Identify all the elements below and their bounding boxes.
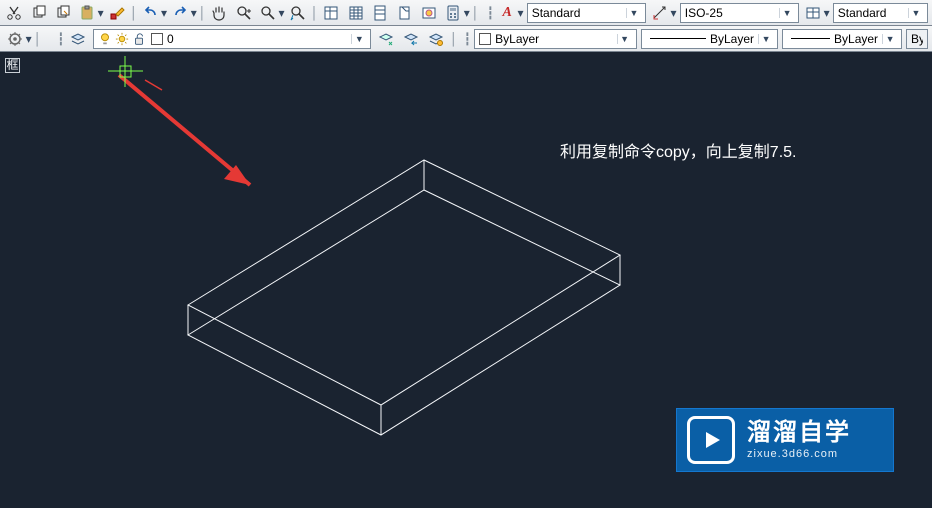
layer-color-swatch	[151, 33, 163, 45]
command-hint: 框	[5, 58, 20, 73]
toolbar-layers: ▾ │ ┇ 0 ▼ │ ┇ ByLayer ▼ ByLayer ▼ ByLaye…	[0, 26, 932, 52]
design-center-icon[interactable]	[345, 1, 367, 25]
undo-icon[interactable]	[139, 1, 161, 25]
separator: │	[33, 28, 43, 50]
table-style-icon[interactable]	[802, 1, 824, 25]
match-properties-icon[interactable]	[106, 1, 128, 25]
watermark-title: 溜溜自学	[747, 420, 851, 446]
toolbar-standard: ▾ │ ▾ ▾ │ ▾ │ ▾ │ ┇ A ▾ Standard ▼ ▾ ISO…	[0, 0, 932, 26]
text-style-value: Standard	[532, 6, 622, 20]
layer-states-icon[interactable]	[374, 27, 397, 51]
layer-combo[interactable]: 0 ▼	[93, 29, 371, 49]
linetype-combo[interactable]: ByLayer ▼	[641, 29, 778, 49]
color-swatch	[479, 33, 491, 45]
chevron-down-icon: ▼	[779, 8, 794, 18]
grip[interactable]: ┇	[463, 28, 473, 50]
separator: │	[471, 2, 480, 24]
separator: │	[310, 2, 319, 24]
markup-icon[interactable]	[418, 1, 440, 25]
table-style-combo[interactable]: Standard ▼	[833, 3, 928, 23]
paste-dropdown[interactable]: ▾	[97, 2, 105, 24]
zoom-dropdown[interactable]: ▾	[277, 2, 285, 24]
lock-open-icon	[132, 32, 146, 46]
plotstyle-value: By	[911, 32, 923, 46]
pan-icon[interactable]	[208, 1, 230, 25]
copy-icon[interactable]	[27, 1, 49, 25]
separator: │	[198, 2, 207, 24]
dim-style-value: ISO-25	[685, 6, 775, 20]
sun-icon	[115, 32, 129, 46]
chevron-down-icon: ▼	[882, 34, 897, 44]
annotation-text: 利用复制命令copy，向上复制7.5.	[560, 138, 797, 162]
bulb-on-icon	[98, 32, 112, 46]
play-icon	[687, 416, 735, 464]
chevron-down-icon: ▼	[617, 34, 632, 44]
tool-palettes-icon[interactable]	[369, 1, 391, 25]
zoom-previous-icon[interactable]	[287, 1, 309, 25]
layer-match-icon[interactable]	[425, 27, 448, 51]
calculator-icon[interactable]	[442, 1, 464, 25]
redo-dropdown[interactable]: ▾	[190, 2, 198, 24]
tick-mark	[145, 80, 162, 90]
color-value: ByLayer	[495, 32, 612, 46]
lineweight-combo[interactable]: ByLayer ▼	[782, 29, 902, 49]
crosshair-cursor	[108, 56, 143, 87]
copy-link-icon[interactable]	[52, 1, 74, 25]
layer-value: 0	[167, 32, 347, 46]
model-viewport[interactable]: 利用复制命令copy，向上复制7.5. 溜溜自学 zixue.3d66.com	[0, 52, 932, 508]
color-combo[interactable]: ByLayer ▼	[474, 29, 636, 49]
text-style-combo[interactable]: Standard ▼	[527, 3, 646, 23]
redo-icon[interactable]	[169, 1, 191, 25]
box-wireframe	[188, 160, 620, 435]
calculator-dropdown[interactable]: ▾	[463, 2, 471, 24]
dim-style-dropdown-btn[interactable]: ▾	[669, 2, 677, 24]
separator: │	[449, 28, 459, 50]
chevron-down-icon: ▼	[908, 8, 923, 18]
lineweight-value: ByLayer	[834, 32, 878, 46]
dim-style-icon[interactable]	[649, 1, 671, 25]
cut-icon[interactable]	[3, 1, 25, 25]
watermark-url: zixue.3d66.com	[747, 448, 851, 460]
table-style-dropdown-btn[interactable]: ▾	[822, 2, 830, 24]
sheet-set-icon[interactable]	[393, 1, 415, 25]
dim-style-combo[interactable]: ISO-25 ▼	[680, 3, 799, 23]
workspace-icon[interactable]	[3, 27, 26, 51]
chevron-down-icon: ▼	[351, 34, 366, 44]
properties-icon[interactable]	[320, 1, 342, 25]
paste-icon[interactable]	[76, 1, 98, 25]
plotstyle-combo[interactable]: By	[906, 29, 928, 49]
linetype-value: ByLayer	[710, 32, 754, 46]
grip[interactable]: ┇	[56, 28, 66, 50]
undo-dropdown[interactable]: ▾	[160, 2, 168, 24]
chevron-down-icon: ▼	[626, 8, 641, 18]
lineweight-preview	[791, 38, 830, 39]
zoom-window-icon[interactable]	[257, 1, 279, 25]
table-style-value: Standard	[838, 6, 904, 20]
separator: │	[129, 2, 138, 24]
chevron-down-icon: ▼	[758, 34, 773, 44]
text-style-dropdown-btn[interactable]: ▾	[516, 2, 524, 24]
workspace-dropdown[interactable]: ▾	[24, 28, 33, 50]
layer-properties-icon[interactable]	[67, 27, 90, 51]
annotation-arrow	[119, 75, 250, 185]
zoom-realtime-icon[interactable]	[233, 1, 255, 25]
layer-previous-icon[interactable]	[400, 27, 423, 51]
text-style-icon[interactable]: A	[496, 1, 518, 25]
grip[interactable]: ┇	[486, 2, 495, 24]
linetype-preview	[650, 38, 706, 39]
watermark: 溜溜自学 zixue.3d66.com	[676, 408, 894, 472]
